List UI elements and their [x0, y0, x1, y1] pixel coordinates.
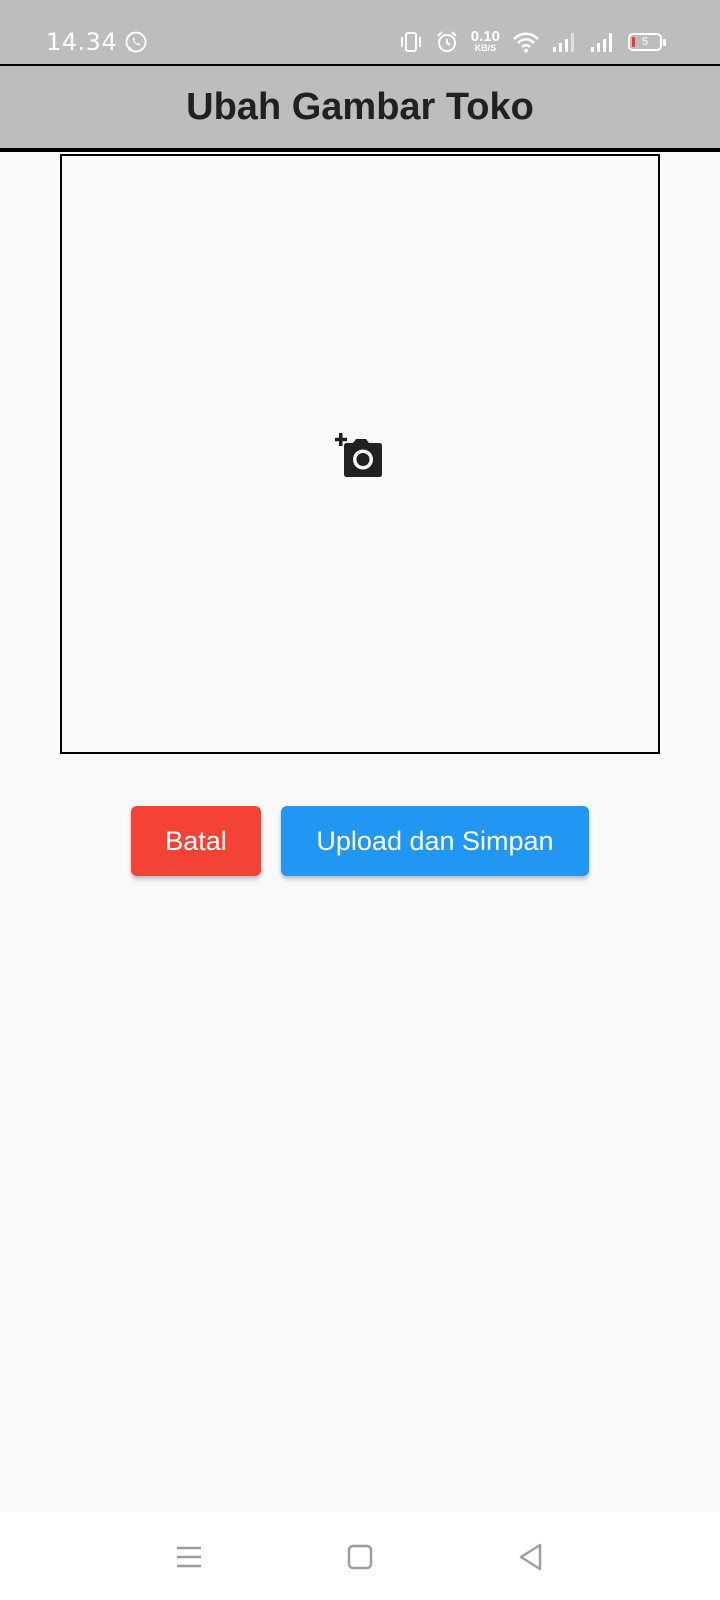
- navigation-bar: [0, 1512, 720, 1600]
- network-speed-unit: KB/S: [474, 43, 497, 53]
- vibrate-icon: [400, 32, 421, 52]
- page-title: Ubah Gambar Toko: [186, 85, 534, 128]
- back-icon[interactable]: [514, 1540, 548, 1574]
- status-time: 14.34: [46, 28, 118, 56]
- whatsapp-icon: [125, 31, 147, 53]
- upload-and-save-button[interactable]: Upload dan Simpan: [281, 806, 589, 876]
- status-icons: 0.10 KB/S 5: [399, 29, 666, 54]
- menu-icon[interactable]: [172, 1540, 206, 1574]
- network-speed: 0.10 KB/S: [471, 29, 500, 53]
- cancel-button[interactable]: Batal: [131, 806, 261, 876]
- wifi-icon: [513, 32, 539, 53]
- add-a-photo-icon[interactable]: [335, 433, 383, 479]
- signal-icon-2: [591, 33, 612, 52]
- battery-icon: 5: [628, 33, 666, 51]
- alarm-icon: [437, 31, 457, 52]
- signal-icon: [553, 33, 574, 52]
- home-icon[interactable]: [343, 1540, 377, 1574]
- image-picker[interactable]: [60, 154, 660, 754]
- status-bar: 14.34 0.10 KB/S 5: [0, 0, 720, 64]
- battery-level: 5: [641, 36, 649, 48]
- app-bar: Ubah Gambar Toko: [0, 64, 720, 152]
- network-speed-value: 0.10: [470, 28, 500, 45]
